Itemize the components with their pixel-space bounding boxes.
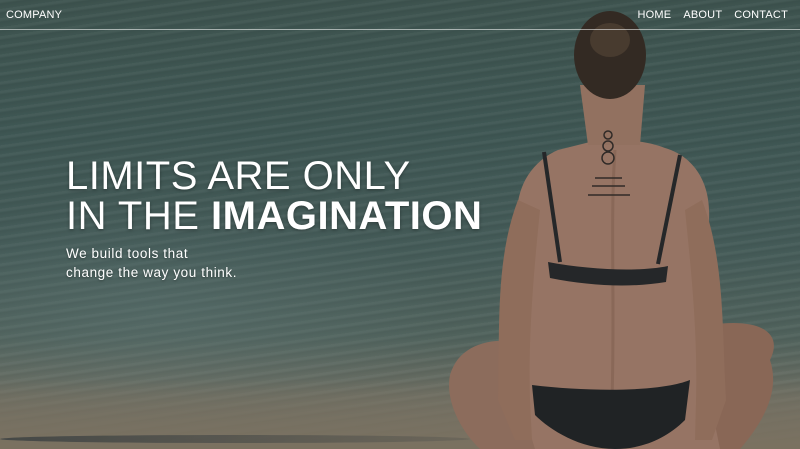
top-navbar: COMPANY HOME ABOUT CONTACT: [0, 0, 800, 30]
nav-item-contact[interactable]: CONTACT: [734, 9, 788, 21]
hero-headline: LIMITS ARE ONLY IN THE IMAGINATION: [66, 156, 482, 236]
headline-line-1: LIMITS ARE ONLY: [66, 154, 411, 198]
hero-section: COMPANY HOME ABOUT CONTACT LIMITS ARE ON…: [0, 0, 800, 449]
subtitle-line-2: change the way you think.: [66, 265, 238, 280]
nav-menu: HOME ABOUT CONTACT: [638, 9, 788, 21]
headline-emphasis: IMAGINATION: [211, 194, 483, 238]
nav-item-home[interactable]: HOME: [638, 9, 672, 21]
hero-subtitle: We build tools that change the way you t…: [66, 244, 237, 282]
brand-logo-text[interactable]: COMPANY: [6, 9, 62, 21]
nav-item-about[interactable]: ABOUT: [683, 9, 722, 21]
subtitle-line-1: We build tools that: [66, 246, 189, 261]
headline-line-2: IN THE IMAGINATION: [66, 196, 482, 236]
headline-line-2-prefix: IN THE: [66, 194, 212, 238]
